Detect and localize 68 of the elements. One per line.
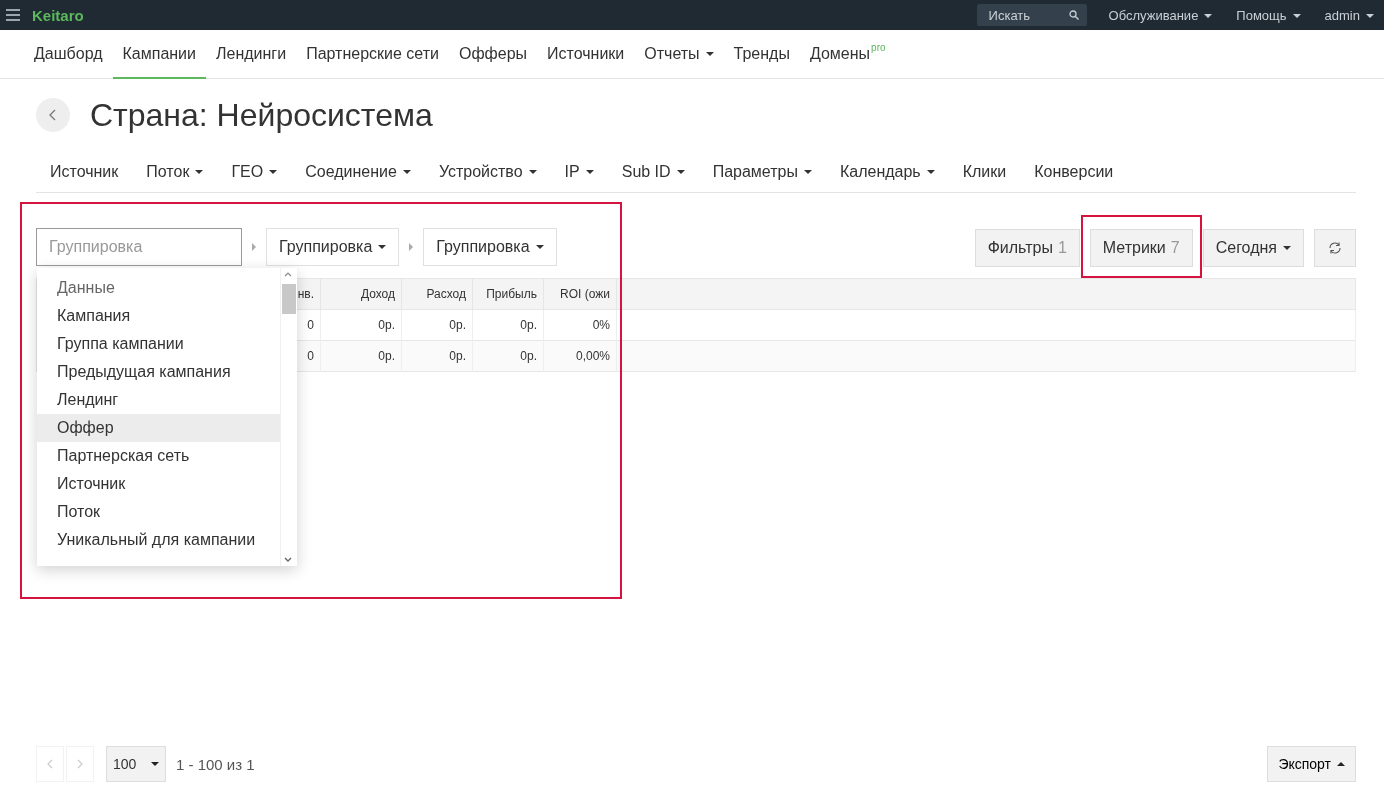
menu-item[interactable]: Партнерская сеть xyxy=(37,442,280,470)
app-logo[interactable]: Keitaro xyxy=(32,6,84,24)
nav-tab[interactable]: Офферы xyxy=(448,30,538,79)
scroll-down-icon[interactable] xyxy=(284,557,292,563)
report-tab[interactable]: IP xyxy=(550,151,608,192)
column-header[interactable]: Прибыль xyxy=(472,278,544,310)
column-header[interactable]: ROI (ожи xyxy=(543,278,617,310)
date-range-button[interactable]: Сегодня xyxy=(1202,229,1304,267)
report-tab[interactable]: Источник xyxy=(36,151,133,192)
page-size-select[interactable]: 100 xyxy=(106,746,166,782)
nav-tab[interactable]: Дашборд xyxy=(24,30,113,79)
menu-item[interactable]: Оффер xyxy=(37,414,280,442)
table-cell: 0р. xyxy=(472,340,544,372)
column-header[interactable]: Доход xyxy=(320,278,402,310)
report-tab[interactable]: Sub ID xyxy=(607,151,699,192)
nav-tab[interactable]: Лендинги xyxy=(206,30,297,79)
report-tab[interactable]: Устройство xyxy=(424,151,551,192)
metrics-button[interactable]: Метрики 7 xyxy=(1089,229,1193,267)
grouping-dropdown[interactable]: Группировка xyxy=(423,228,557,266)
refresh-icon[interactable] xyxy=(1328,241,1342,255)
table-cell: 0,00% xyxy=(543,340,617,372)
menu-item[interactable]: Лендинг xyxy=(37,386,280,414)
caret-icon xyxy=(535,245,544,249)
menu-item[interactable]: Предыдущая кампания xyxy=(37,358,280,386)
report-tab[interactable]: ГЕО xyxy=(217,151,292,192)
scrollbar-thumb[interactable] xyxy=(282,284,296,314)
report-tab[interactable]: Клики xyxy=(948,151,1021,192)
nav-tab[interactable]: Тренды xyxy=(723,30,800,79)
menu-dropdown[interactable]: Обслуживание xyxy=(1108,7,1213,23)
report-tab[interactable]: Конверсии xyxy=(1020,151,1128,192)
back-button[interactable] xyxy=(36,98,70,132)
report-tab[interactable]: Поток xyxy=(132,151,218,192)
table-cell: 0р. xyxy=(320,340,402,372)
report-tab[interactable]: Календарь xyxy=(825,151,949,192)
chevron-left-icon[interactable] xyxy=(49,109,57,121)
nav-tab[interactable]: Отчеты xyxy=(634,30,724,79)
grouping-dropdown[interactable]: Группировка xyxy=(266,228,400,266)
caret-icon xyxy=(1283,246,1291,250)
nav-tab[interactable]: Кампании xyxy=(112,30,206,79)
menu-item[interactable]: Источник xyxy=(37,470,280,498)
export-button[interactable]: Экспорт xyxy=(1267,746,1356,782)
page-title: Страна: Нейросистема xyxy=(90,96,433,134)
report-tab[interactable]: Параметры xyxy=(698,151,826,192)
menu-header: Данные xyxy=(56,278,116,298)
menu-item[interactable]: Поток xyxy=(37,498,280,526)
nav-tab[interactable]: Домены$^{pro}$ xyxy=(799,30,896,79)
report-tab[interactable]: Соединение xyxy=(291,151,425,192)
menu-item[interactable]: Уникальный для кампании xyxy=(37,526,280,554)
scroll-up-icon[interactable] xyxy=(284,271,292,277)
nav-tab[interactable]: Партнерские сети xyxy=(296,30,449,79)
menu-item[interactable]: Группа кампании xyxy=(37,330,280,358)
chevron-icon xyxy=(409,243,414,251)
caret-icon xyxy=(378,245,387,249)
table-cell: 0р. xyxy=(401,340,473,372)
column-header[interactable]: Расход xyxy=(401,278,473,310)
nav-tab[interactable]: Источники xyxy=(537,30,635,79)
caret-icon xyxy=(1337,762,1345,766)
scrollbar[interactable] xyxy=(280,268,297,566)
chevron-icon xyxy=(252,243,256,251)
caret-icon xyxy=(151,762,159,766)
grouping-field[interactable]: Группировка xyxy=(36,228,242,266)
menu-dropdown[interactable]: Помощь xyxy=(1236,7,1301,23)
menu-item[interactable]: Кампания xyxy=(37,302,280,330)
menu-icon[interactable] xyxy=(6,9,20,21)
filters-button[interactable]: Фильтры 1 xyxy=(974,229,1080,267)
menu-dropdown[interactable]: admin xyxy=(1324,7,1374,23)
pagination-range: 1 - 100 из 1 xyxy=(176,755,255,773)
pro-label: pro xyxy=(871,42,886,53)
